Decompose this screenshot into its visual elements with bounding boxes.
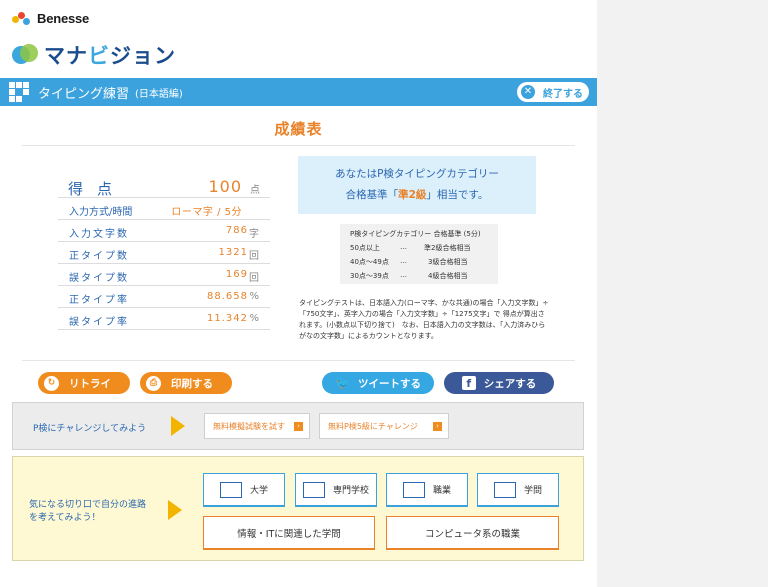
- row-value: 88.658: [207, 291, 248, 302]
- scoring-note: タイピングテストは、日本語入力(ローマ字、かな共通)の場合「入力文字数」÷「75…: [299, 299, 549, 340]
- row-unit: 回: [249, 251, 259, 262]
- arrow-icon: ›: [294, 422, 303, 431]
- row-unit: 字: [249, 229, 259, 240]
- category-result-box: あなたはP検タイピングカテゴリー 合格基準「準2級」相当です。: [298, 156, 536, 214]
- benesse-logo: Benesse: [12, 11, 89, 26]
- row-unit: 回: [249, 273, 259, 284]
- p-level5-label: 無料P検5級にチャレンジ: [328, 421, 418, 431]
- retry-button[interactable]: ↻ リトライ: [38, 372, 130, 394]
- criteria-header: P検タイピングカテゴリー 合格基準 (5分): [350, 230, 481, 238]
- tweet-label: ツイートする: [357, 377, 421, 390]
- title-bar: タイピング練習 (日本語編) ✕ 終了する: [0, 78, 597, 106]
- score-row: 正タイプ数 1321 回: [58, 242, 270, 264]
- divider: [22, 360, 575, 361]
- row-value: 100: [208, 177, 242, 196]
- row-key: 得点: [68, 180, 127, 198]
- category-label: 専門学校: [332, 486, 369, 496]
- row-value: 11.342: [207, 313, 248, 324]
- category-line2: 合格基準「準2級」相当です。: [345, 189, 489, 201]
- mock-exam-button[interactable]: 無料模擬試験を試す ›: [204, 413, 310, 439]
- p-level5-button[interactable]: 無料P検5級にチャレンジ ›: [319, 413, 449, 439]
- row-value: ローマ字 / 5分: [171, 207, 242, 218]
- end-button[interactable]: ✕ 終了する: [517, 82, 589, 102]
- facebook-icon: f: [461, 376, 476, 390]
- share-button[interactable]: f シェアする: [444, 372, 554, 394]
- grade-badge: 準2級: [398, 189, 427, 201]
- tweet-button[interactable]: 🐦 ツイートする: [322, 372, 434, 394]
- category-occupation-button[interactable]: 職業: [386, 473, 468, 507]
- row-key: 誤タイプ率: [69, 317, 129, 328]
- arrow-icon: ›: [433, 422, 442, 431]
- score-row: 入力方式/時間 ローマ字 / 5分: [58, 198, 270, 220]
- results-page: Benesse マナビジョン タイピング練習 (日本語編) ✕ 終了する 成績表…: [0, 0, 597, 587]
- it-academic-button[interactable]: 情報・ITに関連した学問: [203, 516, 375, 550]
- category-line1: あなたはP検タイピングカテゴリー: [335, 168, 499, 180]
- category-label: 職業: [432, 486, 451, 496]
- category-academic-button[interactable]: 学問: [477, 473, 559, 507]
- book-icon: [493, 481, 516, 498]
- arrow-right-icon: [168, 500, 182, 520]
- retry-label: リトライ: [69, 377, 111, 390]
- score-row: 入力文字数 786 字: [58, 220, 270, 242]
- print-label: 印刷する: [171, 377, 213, 390]
- pixel-grid-icon: [9, 82, 29, 102]
- divider: [22, 145, 575, 146]
- manabi-vision-logo: マナビジョン: [12, 40, 176, 70]
- print-button[interactable]: ⎙ 印刷する: [140, 372, 232, 394]
- row-key: 正タイプ数: [69, 251, 129, 262]
- briefcase-icon: [402, 481, 425, 498]
- print-icon: ⎙: [146, 375, 161, 391]
- row-unit: %: [249, 291, 259, 302]
- score-table: 得点 100 点 入力方式/時間 ローマ字 / 5分 入力文字数 786 字 正…: [58, 176, 270, 330]
- challenge-panel: P検にチャレンジしてみよう 無料模擬試験を試す › 無料P検5級にチャレンジ ›: [12, 402, 584, 450]
- end-button-label: 終了する: [543, 88, 583, 100]
- computer-job-button[interactable]: コンピュータ系の職業: [386, 516, 559, 550]
- school-icon: [302, 481, 325, 498]
- category-university-button[interactable]: 大学: [203, 473, 285, 507]
- category-vocational-school-button[interactable]: 専門学校: [295, 473, 377, 507]
- score-row: 得点 100 点: [58, 176, 270, 198]
- score-row: 正タイプ率 88.658 %: [58, 286, 270, 308]
- explore-panel: 気になる切り口で自分の進路 を考えてみよう！ 大学 専門学校 職業 学問 情報・…: [12, 456, 584, 561]
- university-icon: [219, 481, 242, 498]
- row-value: 1321: [218, 247, 248, 258]
- row-value: 786: [225, 225, 248, 236]
- manabi-wordmark: マナビジョン: [44, 44, 176, 68]
- arrow-right-icon: [171, 416, 185, 436]
- twitter-bird-icon: 🐦: [335, 376, 350, 390]
- page-title: タイピング練習: [38, 86, 130, 102]
- criteria-table: P検タイピングカテゴリー 合格基準 (5分) 50点以上 … 準2級合格相当 4…: [340, 224, 498, 284]
- row-key: 入力方式/時間: [69, 207, 133, 218]
- row-value: 169: [225, 269, 248, 280]
- page-subtitle: (日本語編): [135, 88, 183, 100]
- mock-exam-label: 無料模擬試験を試す: [213, 421, 285, 431]
- explore-text: 気になる切り口で自分の進路 を考えてみよう！: [29, 500, 147, 523]
- result-heading: 成績表: [274, 120, 323, 138]
- share-label: シェアする: [483, 377, 537, 390]
- row-key: 誤タイプ数: [69, 273, 129, 284]
- benesse-wordmark: Benesse: [37, 11, 90, 26]
- row-unit: %: [249, 313, 259, 324]
- row-key: 入力文字数: [69, 229, 129, 240]
- computer-job-label: コンピュータ系の職業: [424, 528, 520, 540]
- score-row: 誤タイプ率 11.342 %: [58, 308, 270, 330]
- category-label: 大学: [249, 486, 268, 496]
- category-label: 学問: [523, 486, 542, 496]
- benesse-mark-icon: [12, 11, 34, 26]
- row-unit: 点: [250, 185, 260, 196]
- right-blank-pane: [597, 0, 768, 587]
- manabi-logo-icon: [12, 42, 38, 68]
- it-academic-label: 情報・ITに関連した学問: [237, 528, 341, 540]
- retry-icon: ↻: [44, 375, 59, 391]
- close-icon: ✕: [521, 85, 535, 99]
- row-key: 正タイプ率: [69, 295, 129, 306]
- score-row: 誤タイプ数 169 回: [58, 264, 270, 286]
- challenge-text: P検にチャレンジしてみよう: [33, 424, 147, 434]
